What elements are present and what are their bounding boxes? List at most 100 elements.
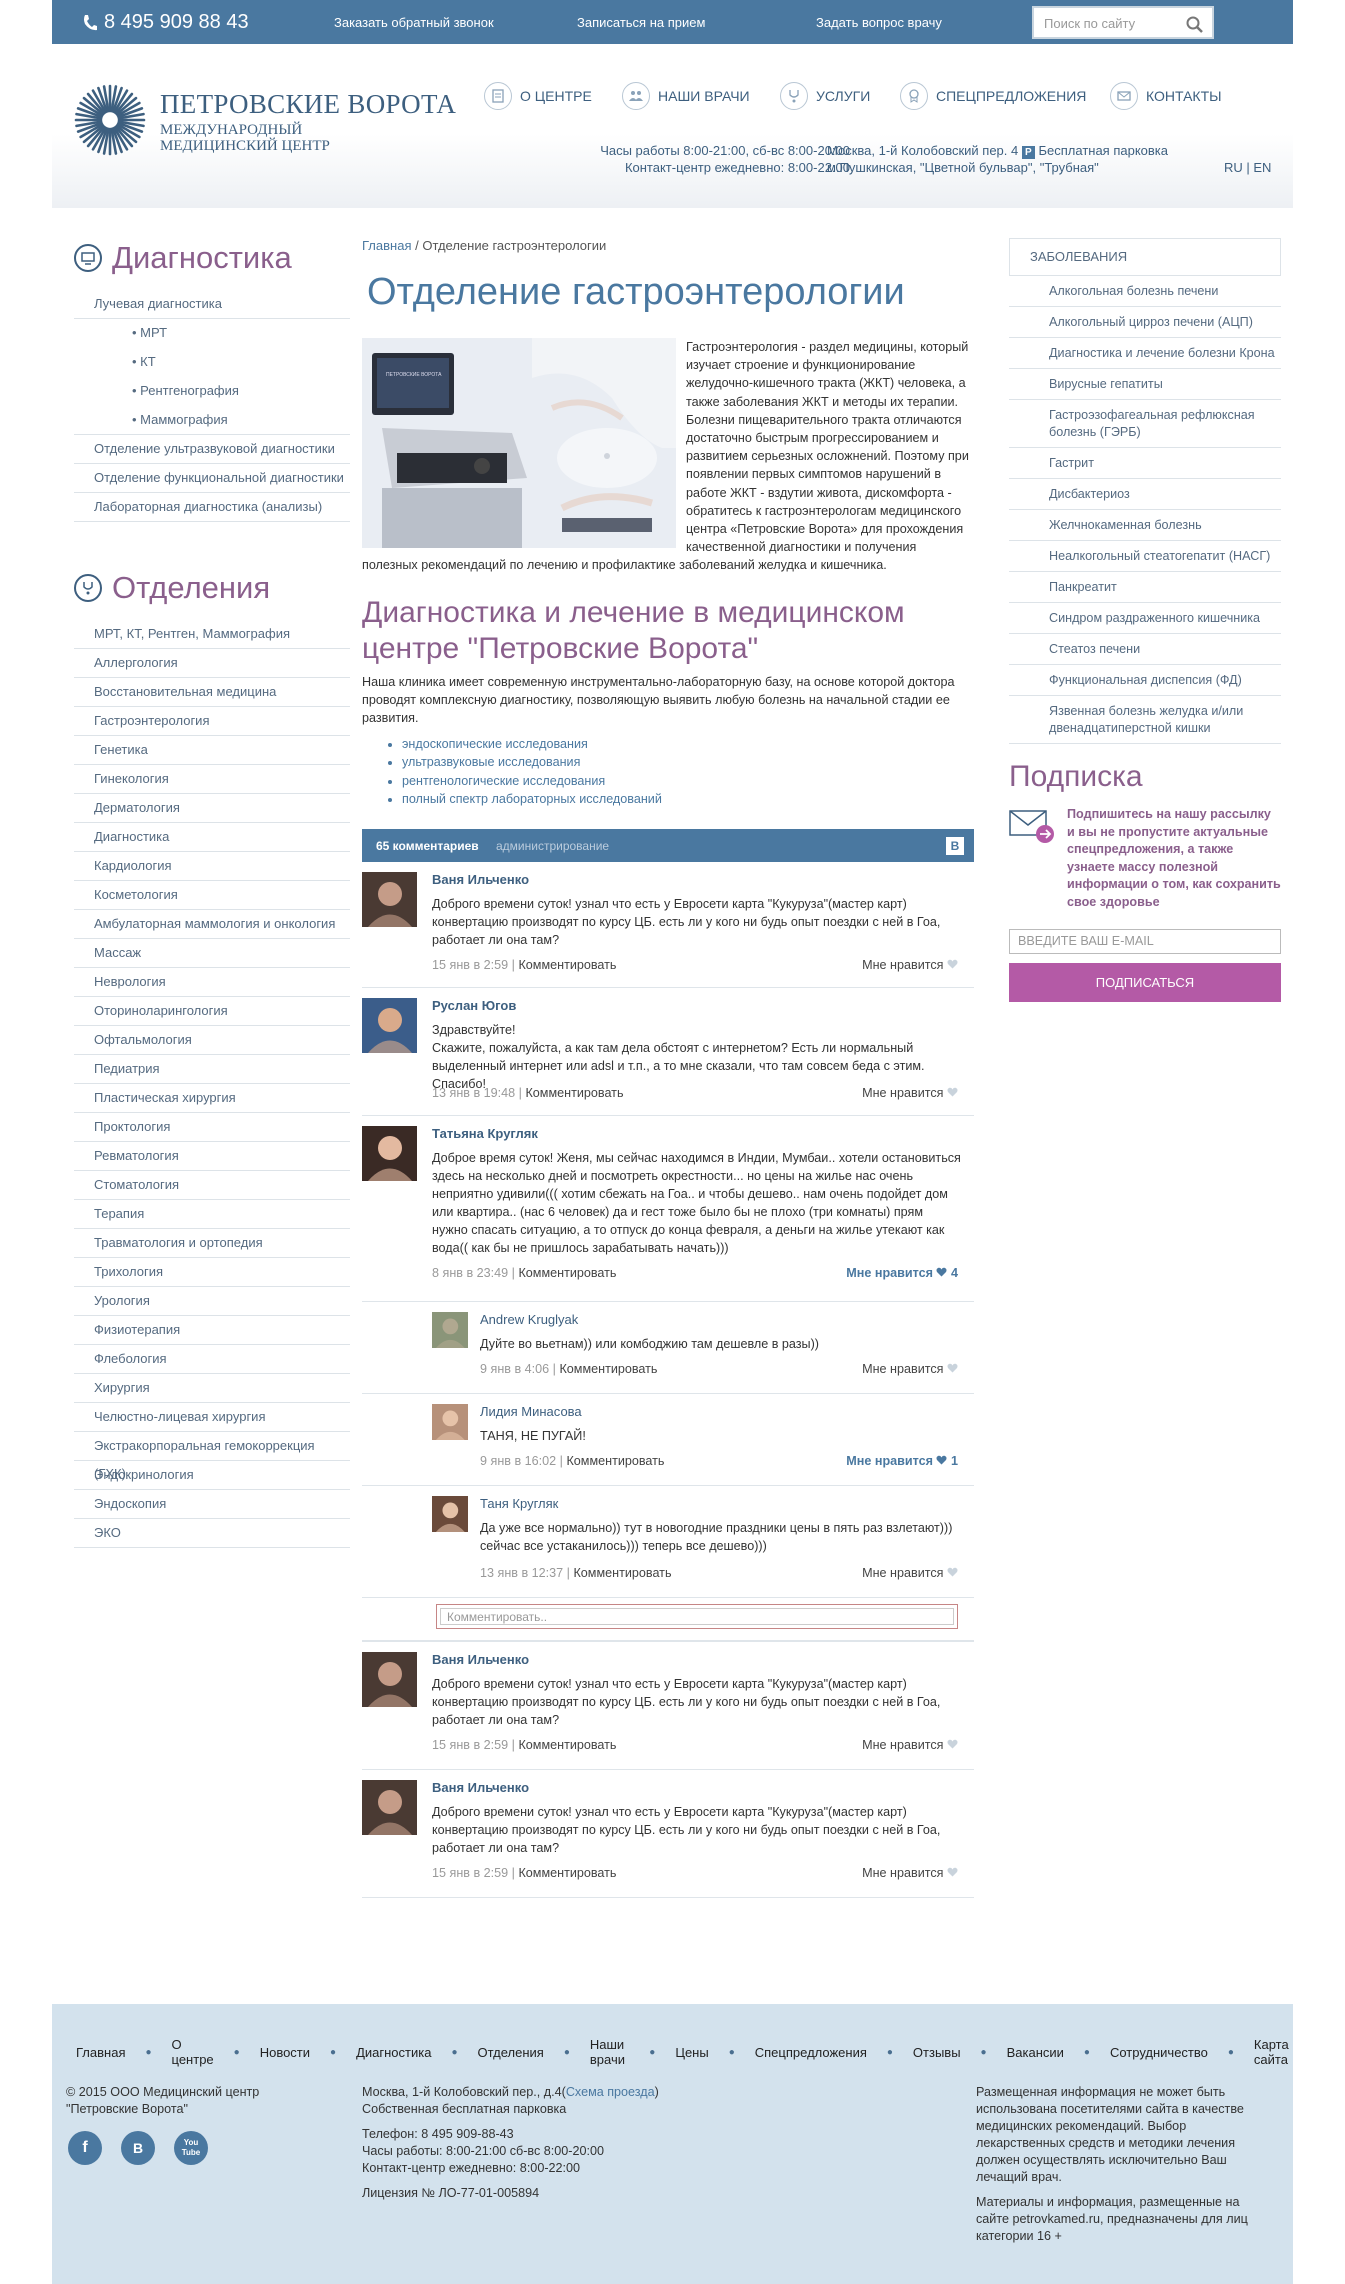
comment-author[interactable]: Татьяна Кругляк [432, 1126, 538, 1141]
top-phone[interactable]: 8 495 909 88 43 [82, 11, 249, 34]
department-item[interactable]: Оториноларингология [74, 997, 350, 1026]
comments-count[interactable]: 65 комментариев [376, 839, 479, 853]
disease-item[interactable]: Панкреатит [1009, 572, 1281, 603]
comment-author[interactable]: Ваня Ильченко [432, 872, 529, 887]
footer-nav-link[interactable]: Отделения [478, 2045, 544, 2060]
department-item[interactable]: Кардиология [74, 852, 350, 881]
diag-subitem[interactable]: • Маммография [74, 406, 350, 435]
reply-link[interactable]: Комментировать [566, 1454, 664, 1468]
department-item[interactable]: Стоматология [74, 1171, 350, 1200]
like-button[interactable]: Мне нравится [862, 1086, 958, 1100]
email-field[interactable]: ВВЕДИТЕ ВАШ E-MAIL [1009, 929, 1281, 954]
like-button[interactable]: Мне нравится [862, 1362, 958, 1376]
service-link[interactable]: рентгенологические исследования [402, 772, 974, 791]
avatar[interactable] [432, 1403, 468, 1440]
reply-link[interactable]: Комментировать [559, 1362, 657, 1376]
vk-icon[interactable]: В [946, 836, 964, 855]
department-item[interactable]: Трихология [74, 1258, 350, 1287]
callback-link[interactable]: Заказать обратный звонок [334, 15, 494, 30]
comment-author[interactable]: Лидия Минасова [480, 1404, 582, 1419]
comment-author[interactable]: Руслан Югов [432, 998, 516, 1013]
comment-author[interactable]: Таня Кругляк [480, 1496, 558, 1511]
diag-subitem[interactable]: • КТ [74, 348, 350, 377]
department-item[interactable]: Флебология [74, 1345, 350, 1374]
service-link[interactable]: полный спектр лабораторных исследований [402, 790, 974, 809]
department-item[interactable]: Урология [74, 1287, 350, 1316]
footer-nav-link[interactable]: Новости [260, 2045, 310, 2060]
nav-about[interactable]: О ЦЕНТРЕ [484, 82, 592, 110]
footer-nav-link[interactable]: Цены [675, 2045, 708, 2060]
avatar[interactable] [432, 1495, 468, 1532]
reply-link[interactable]: Комментировать [518, 1738, 616, 1752]
department-item[interactable]: Терапия [74, 1200, 350, 1229]
department-item[interactable]: Травматология и ортопедия [74, 1229, 350, 1258]
department-item[interactable]: Гинекология [74, 765, 350, 794]
avatar[interactable] [362, 1779, 417, 1835]
breadcrumb-home[interactable]: Главная [362, 238, 411, 253]
like-button[interactable]: Мне нравится [862, 958, 958, 972]
search-icon[interactable] [1186, 16, 1204, 34]
avatar[interactable] [432, 1311, 468, 1348]
like-button[interactable]: Мне нравится 1 [846, 1454, 958, 1468]
comment-date[interactable]: 8 янв в 23:49 [432, 1266, 508, 1280]
map-link[interactable]: Схема проезда [566, 2085, 655, 2099]
nav-services[interactable]: УСЛУГИ [780, 82, 870, 110]
diag-subitem[interactable]: • МРТ [74, 319, 350, 348]
department-item[interactable]: Эндокринология [74, 1461, 350, 1490]
footer-nav-link[interactable]: Спецпредложения [755, 2045, 867, 2060]
disease-item[interactable]: Неалкогольный стеатогепатит (НАСГ) [1009, 541, 1281, 572]
footer-nav-link[interactable]: Диагностика [356, 2045, 431, 2060]
department-item[interactable]: Проктология [74, 1113, 350, 1142]
disease-item[interactable]: Язвенная болезнь желудка и/или двенадцат… [1009, 696, 1281, 744]
footer-nav-link[interactable]: О центре [172, 2037, 214, 2067]
logo[interactable]: ПЕТРОВСКИЕ ВОРОТА МЕЖДУНАРОДНЫЙ МЕДИЦИНС… [74, 84, 456, 156]
diag-item[interactable]: Лучевая диагностика [74, 290, 350, 319]
diag-subitem[interactable]: • Рентгенография [74, 377, 350, 406]
disease-item[interactable]: Гастроэзофагеальная рефлюксная болезнь (… [1009, 400, 1281, 448]
comment-date[interactable]: 9 янв в 4:06 [480, 1362, 549, 1376]
like-button[interactable]: Мне нравится [862, 1738, 958, 1752]
avatar[interactable] [362, 997, 417, 1053]
ask-doctor-link[interactable]: Задать вопрос врачу [816, 15, 942, 30]
department-item[interactable]: Педиатрия [74, 1055, 350, 1084]
like-button[interactable]: Мне нравится [862, 1566, 958, 1580]
reply-input[interactable]: Комментировать.. [436, 1603, 958, 1629]
nav-doctors[interactable]: НАШИ ВРАЧИ [622, 82, 750, 110]
disease-item[interactable]: Желчнокаменная болезнь [1009, 510, 1281, 541]
disease-item[interactable]: Дисбактериоз [1009, 479, 1281, 510]
disease-item[interactable]: Вирусные гепатиты [1009, 369, 1281, 400]
footer-nav-link[interactable]: Сотрудничество [1110, 2045, 1208, 2060]
disease-item[interactable]: Алкогольный цирроз печени (АЦП) [1009, 307, 1281, 338]
service-link[interactable]: ультразвуковые исследования [402, 753, 974, 772]
department-item[interactable]: Амбулаторная маммология и онкология [74, 910, 350, 939]
language-switch[interactable]: RU | EN [1224, 160, 1271, 175]
disease-item[interactable]: Синдром раздраженного кишечника [1009, 603, 1281, 634]
department-item[interactable]: Аллергология [74, 649, 350, 678]
vk-footer-icon[interactable]: В [121, 2131, 155, 2165]
department-item[interactable]: Экстракорпоральная гемокоррекция (ГХК) [74, 1432, 350, 1481]
department-item[interactable]: Физиотерапия [74, 1316, 350, 1345]
like-button[interactable]: Мне нравится [862, 1866, 958, 1880]
service-link[interactable]: эндоскопические исследования [402, 735, 974, 754]
department-item[interactable]: Ревматология [74, 1142, 350, 1171]
reply-link[interactable]: Комментировать [518, 1266, 616, 1280]
department-item[interactable]: Гастроэнтерология [74, 707, 350, 736]
disease-item[interactable]: Алкогольная болезнь печени [1009, 276, 1281, 307]
appointment-link[interactable]: Записаться на прием [577, 15, 705, 30]
comment-date[interactable]: 15 янв в 2:59 [432, 1738, 508, 1752]
department-item[interactable]: Дерматология [74, 794, 350, 823]
comment-date[interactable]: 9 янв в 16:02 [480, 1454, 556, 1468]
footer-nav-link[interactable]: Главная [76, 2045, 125, 2060]
comment-date[interactable]: 15 янв в 2:59 [432, 1866, 508, 1880]
disease-item[interactable]: Функциональная диспепсия (ФД) [1009, 665, 1281, 696]
footer-nav-link[interactable]: Вакансии [1007, 2045, 1064, 2060]
comment-author[interactable]: Ваня Ильченко [432, 1780, 529, 1795]
department-item[interactable]: Неврология [74, 968, 350, 997]
department-item[interactable]: Восстановительная медицина [74, 678, 350, 707]
reply-link[interactable]: Комментировать [573, 1566, 671, 1580]
department-item[interactable]: Пластическая хирургия [74, 1084, 350, 1113]
footer-nav-link[interactable]: Карта сайта [1254, 2037, 1293, 2067]
footer-nav-link[interactable]: Отзывы [913, 2045, 961, 2060]
reply-link[interactable]: Комментировать [518, 958, 616, 972]
disease-item[interactable]: Гастрит [1009, 448, 1281, 479]
